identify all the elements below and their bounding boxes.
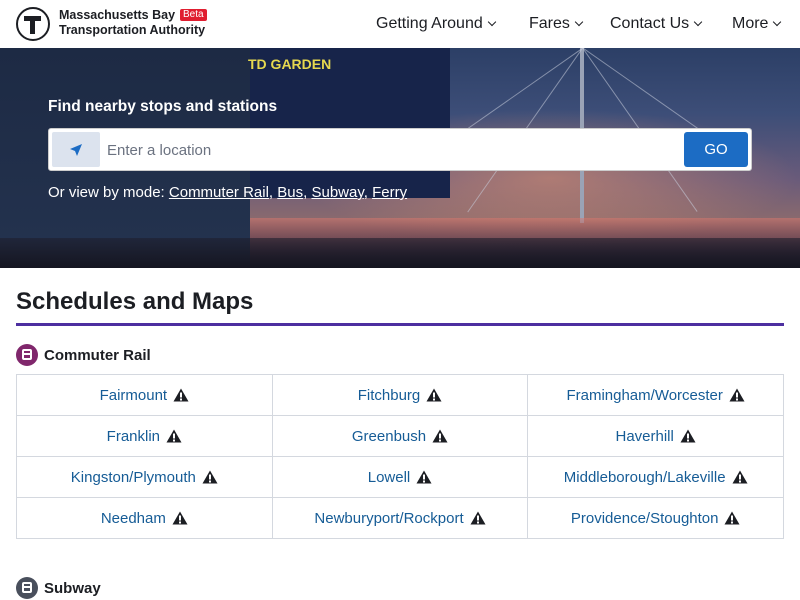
chevron-down-icon [693, 17, 703, 27]
alert-icon [724, 511, 740, 525]
alert-icon [470, 511, 486, 525]
nav-contact-us[interactable]: Contact Us [610, 0, 703, 48]
commuter-rail-lines-grid: Fairmount Fitchburg Framingham/Worcester Fr… [16, 374, 785, 539]
mode-link-bus[interactable]: Bus [277, 184, 303, 201]
route-name: Needham [100, 509, 166, 527]
mbta-logo-icon[interactable] [16, 7, 50, 41]
route-link[interactable]: Providence/Stoughton [528, 498, 785, 539]
route-link[interactable]: Franklin [17, 416, 273, 457]
route-name: Lowell [367, 468, 411, 486]
alert-icon [172, 511, 188, 525]
route-name: Newburyport/Rockport [314, 509, 464, 527]
route-link[interactable]: Haverhill [528, 416, 785, 457]
chevron-down-icon [773, 17, 782, 27]
route-name: Fairmount [99, 386, 168, 404]
route-link[interactable]: Fairmount [17, 375, 273, 416]
brand-line-2: Transportation Authority [59, 23, 206, 37]
subway-heading: Subway [16, 577, 101, 599]
table-row: Franklin Greenbush Haverhill [17, 416, 785, 457]
route-name: Middleborough/Lakeville [563, 468, 726, 486]
subway-icon [16, 577, 38, 599]
alert-icon [173, 388, 189, 402]
route-link[interactable]: Framingham/Worcester [528, 375, 785, 416]
route-name: Haverhill [615, 427, 674, 445]
nav-label: Fares [529, 15, 570, 32]
nav-label: More [732, 15, 769, 32]
alert-icon [432, 429, 448, 443]
alert-icon [729, 388, 745, 402]
hero-title: Find nearby stops and stations [48, 98, 278, 115]
alert-icon [680, 429, 696, 443]
location-arrow-icon [70, 144, 82, 156]
route-name: Framingham/Worcester [566, 386, 723, 404]
route-link[interactable]: Middleborough/Lakeville [528, 457, 785, 498]
route-link[interactable]: Newburyport/Rockport [272, 498, 529, 539]
nav-getting-around[interactable]: Getting Around [376, 0, 496, 48]
alert-icon [166, 429, 182, 443]
commuter-rail-icon [16, 344, 38, 366]
alert-icon [426, 388, 442, 402]
location-input[interactable] [107, 133, 677, 167]
route-link[interactable]: Needham [17, 498, 273, 539]
route-name: Fitchburg [357, 386, 421, 404]
alert-icon [416, 470, 432, 484]
route-name: Providence/Stoughton [570, 509, 719, 527]
table-row: Needham Newburyport/Rockport Providence/St… [17, 498, 785, 539]
route-name: Franklin [106, 427, 161, 445]
route-link[interactable]: Kingston/Plymouth [17, 457, 273, 498]
route-name: Kingston/Plymouth [70, 468, 196, 486]
route-link[interactable]: Fitchburg [272, 375, 529, 416]
nav-fares[interactable]: Fares [529, 0, 584, 48]
section-divider [16, 323, 784, 326]
location-search: GO [48, 128, 752, 171]
use-my-location-button[interactable] [52, 132, 100, 167]
route-name: Greenbush [351, 427, 427, 445]
page-title: Schedules and Maps [16, 288, 254, 315]
nav-more[interactable]: More [732, 0, 782, 48]
commuter-rail-heading-label: Commuter Rail [44, 346, 151, 364]
hero-banner: TD GARDEN Find nearby stops and stations… [0, 48, 800, 268]
mode-prefix: Or view by mode: [48, 184, 165, 201]
site-header: Massachusetts Bay Transportation Authori… [0, 0, 800, 48]
ground [0, 238, 800, 268]
route-link[interactable]: Greenbush [272, 416, 529, 457]
mode-link-subway[interactable]: Subway [311, 184, 363, 201]
chevron-down-icon [574, 17, 584, 27]
nav-label: Contact Us [610, 15, 690, 32]
mode-link-ferry[interactable]: Ferry [372, 184, 407, 201]
route-link[interactable]: Lowell [272, 457, 529, 498]
mode-link-commuter-rail[interactable]: Commuter Rail [169, 184, 269, 201]
alert-icon [732, 470, 748, 484]
subway-heading-label: Subway [44, 579, 101, 597]
mode-links: Or view by mode: Commuter Rail, Bus, Sub… [48, 184, 408, 201]
table-row: Kingston/Plymouth Lowell Middleborough/Lak… [17, 457, 785, 498]
alert-icon [202, 470, 218, 484]
arena-sign: TD GARDEN [248, 56, 332, 72]
chevron-down-icon [487, 17, 496, 27]
beta-badge: Beta [180, 9, 207, 21]
go-button[interactable]: GO [684, 132, 748, 167]
table-row: Fairmount Fitchburg Framingham/Worcester [17, 375, 785, 416]
nav-label: Getting Around [376, 15, 483, 32]
commuter-rail-heading: Commuter Rail [16, 344, 151, 366]
